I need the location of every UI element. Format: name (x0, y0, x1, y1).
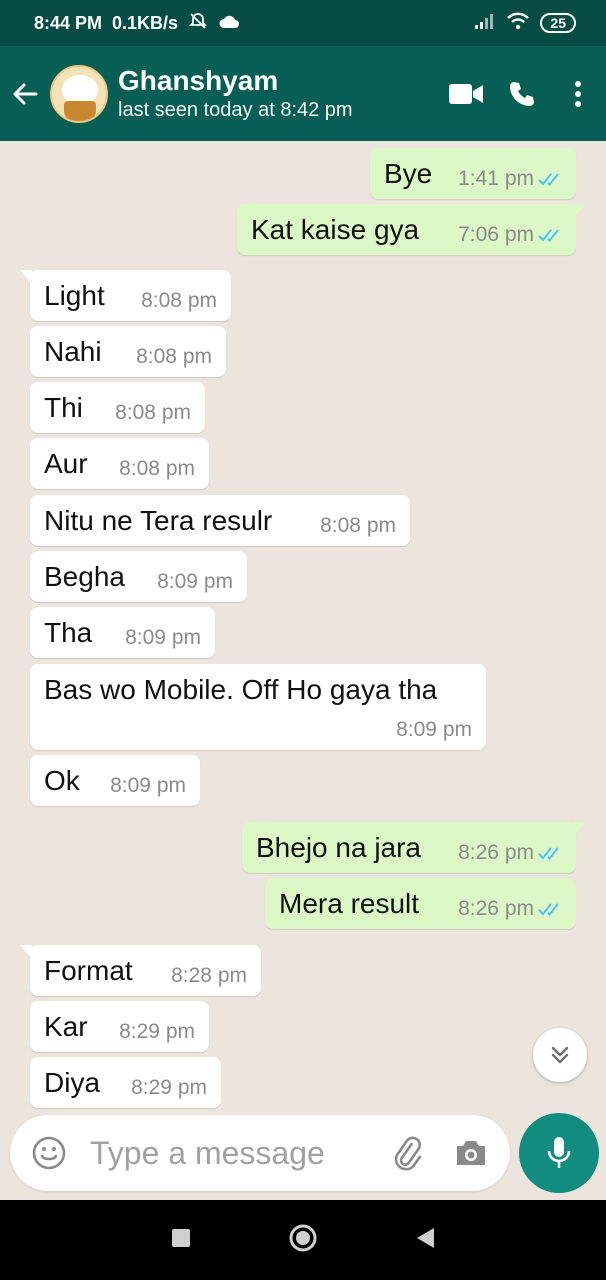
attachment-icon[interactable] (384, 1135, 430, 1171)
message-bubble[interactable]: Nahi 8:08 pm (30, 326, 226, 377)
read-ticks-icon (538, 903, 559, 916)
chat-area[interactable]: Bye 1:41 pm Kat kaise gya 7:06 pm Light … (0, 141, 606, 1111)
back-icon[interactable] (414, 1226, 436, 1255)
message-time: 8:26 pm (458, 841, 534, 864)
status-bar: 8:44 PM 0.1KB/s 25 (0, 0, 606, 46)
message-meta: 8:26 pm (458, 841, 564, 865)
message-text: Bhejo na jara (256, 832, 422, 863)
message-time: 8:08 pm (320, 514, 396, 537)
message-bubble[interactable]: Nitu ne Tera resulr 8:08 pm (30, 495, 410, 546)
message-input[interactable]: Type a message (90, 1135, 384, 1172)
status-time: 8:44 PM (34, 12, 103, 33)
message-text: Kat kaise gya (251, 214, 420, 245)
message-time: 7:06 pm (458, 223, 534, 246)
camera-icon[interactable] (448, 1137, 494, 1169)
emoji-icon[interactable] (26, 1135, 72, 1171)
message-bubble[interactable]: Bhejo na jara 8:26 pm (242, 822, 586, 873)
message-bubble[interactable]: Kar 8:29 pm (30, 1001, 209, 1052)
avatar[interactable] (50, 64, 108, 123)
wifi-icon (506, 12, 530, 35)
message-bubble[interactable]: Mera result 8:26 pm (265, 878, 576, 929)
cloud-icon (218, 13, 240, 34)
message-time: 8:08 pm (119, 457, 195, 480)
contact-info[interactable]: Ghanshyam last seen today at 8:42 pm (118, 65, 438, 123)
network-speed: 0.1KB/s (112, 12, 179, 33)
message-text: Bye (384, 158, 433, 189)
message-time: 8:29 pm (119, 1020, 195, 1043)
message-text: Tha (44, 617, 93, 648)
video-call-icon[interactable] (438, 46, 494, 141)
message-bubble[interactable]: Bye 1:41 pm (370, 148, 576, 199)
message-bubble[interactable]: Bas wo Mobile. Off Ho gaya tha 8:09 pm (30, 664, 486, 750)
message-text: Thi (44, 392, 83, 423)
message-text: Ok (44, 765, 80, 796)
read-ticks-icon (538, 847, 559, 860)
message-bubble[interactable]: Format 8:28 pm (20, 945, 261, 996)
message-bubble[interactable]: Begha 8:09 pm (30, 551, 247, 602)
message-composer: Type a message (10, 1115, 510, 1191)
last-seen: last seen today at 8:42 pm (118, 98, 353, 121)
message-meta: 1:41 pm (458, 167, 564, 191)
microphone-icon (547, 1137, 571, 1168)
message-time: 8:08 pm (141, 289, 217, 312)
message-bubble[interactable]: Ok 8:09 pm (30, 755, 200, 806)
message-time: 8:28 pm (171, 964, 247, 987)
message-time: 8:08 pm (136, 345, 212, 368)
message-meta: 8:26 pm (458, 897, 564, 921)
message-time: 8:09 pm (110, 774, 186, 797)
message-bubble[interactable]: Kat kaise gya 7:06 pm (237, 204, 586, 255)
battery-icon: 25 (540, 13, 576, 33)
message-time: 8:08 pm (115, 401, 191, 424)
voice-call-icon[interactable] (494, 46, 550, 141)
message-bubble[interactable]: Light 8:08 pm (20, 270, 231, 321)
message-text: Nitu ne Tera resulr (44, 505, 273, 536)
chat-header: Ghanshyam last seen today at 8:42 pm (0, 46, 606, 141)
message-bubble[interactable]: Aur 8:08 pm (30, 438, 209, 489)
message-meta: 7:06 pm (458, 223, 564, 247)
message-text: Aur (44, 448, 88, 479)
alarm-off-icon (188, 11, 208, 36)
recent-apps-icon[interactable] (170, 1227, 192, 1254)
voice-message-button[interactable] (519, 1113, 599, 1193)
message-text: Nahi (44, 336, 102, 367)
contact-name: Ghanshyam (118, 64, 279, 96)
scroll-to-bottom-button[interactable] (533, 1028, 587, 1082)
double-chevron-down-icon (551, 1046, 569, 1064)
message-time: 8:09 pm (125, 626, 201, 649)
signal-icon (474, 12, 496, 35)
read-ticks-icon (538, 229, 559, 242)
message-time: 8:09 pm (157, 570, 233, 593)
message-text: Format (44, 955, 133, 986)
read-ticks-icon (538, 173, 559, 186)
battery-level: 25 (550, 15, 566, 31)
message-bubble[interactable]: Thi 8:08 pm (30, 382, 205, 433)
back-arrow-icon[interactable] (0, 46, 50, 141)
message-text: Mera result (279, 888, 420, 919)
message-time: 8:09 pm (396, 718, 472, 741)
home-icon[interactable] (288, 1223, 318, 1258)
message-time: 8:26 pm (458, 897, 534, 920)
message-bubble[interactable]: Tha 8:09 pm (30, 607, 215, 658)
message-text: Light (44, 280, 105, 311)
system-navigation-bar (0, 1200, 606, 1280)
message-text: Begha (44, 561, 125, 592)
message-time: 1:41 pm (458, 167, 534, 190)
message-text: Kar (44, 1011, 88, 1042)
message-text: Bas wo Mobile. Off Ho gaya tha (44, 674, 438, 705)
message-text: Diya (44, 1067, 101, 1098)
message-bubble[interactable]: Diya 8:29 pm (30, 1057, 221, 1108)
more-options-icon[interactable] (550, 46, 606, 141)
message-time: 8:29 pm (131, 1076, 207, 1099)
